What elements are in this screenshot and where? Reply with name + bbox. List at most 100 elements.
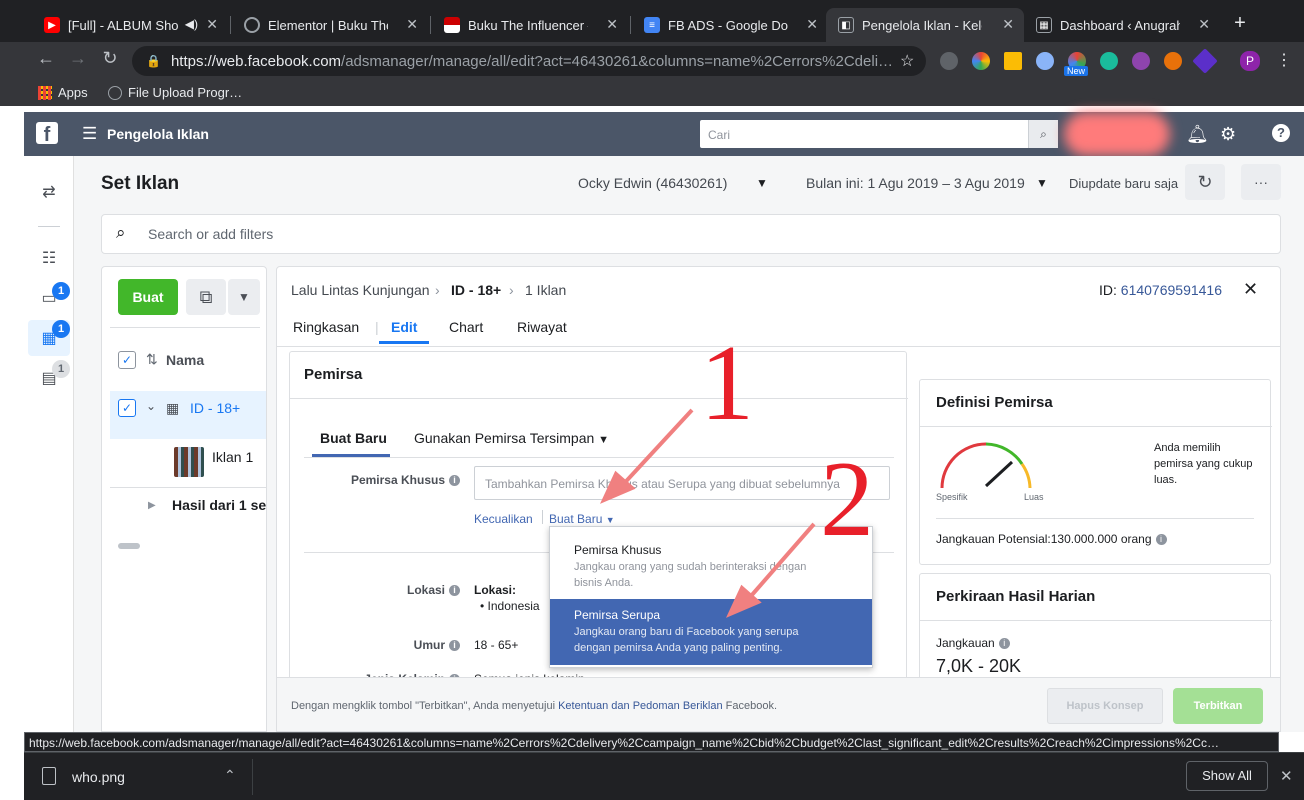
breadcrumb-campaign[interactable]: Lalu Lintas Kunjungan bbox=[291, 282, 430, 298]
select-all-checkbox[interactable]: ✓ bbox=[118, 351, 136, 369]
breadcrumb-ad[interactable]: 1 Iklan bbox=[525, 282, 566, 298]
close-icon[interactable]: ✕ bbox=[1243, 279, 1258, 300]
hamburger-menu-icon[interactable]: ☰ bbox=[82, 124, 97, 144]
discard-draft-button[interactable]: Hapus Konsep bbox=[1047, 688, 1163, 724]
bookmark-file-upload[interactable]: File Upload Progr… bbox=[108, 85, 242, 100]
extension-x-icon[interactable] bbox=[1132, 52, 1150, 70]
publish-footer: Dengan mengklik tombol "Terbitkan", Anda… bbox=[277, 677, 1280, 731]
malaysia-flag-icon bbox=[444, 17, 460, 33]
info-icon[interactable]: i bbox=[449, 585, 460, 596]
extension-color-icon[interactable] bbox=[972, 52, 990, 70]
active-tab-indicator bbox=[379, 341, 429, 344]
close-tab-icon[interactable]: ✕ bbox=[1002, 16, 1014, 33]
expand-chevron-icon[interactable]: ⌄ bbox=[146, 399, 156, 413]
info-icon[interactable]: i bbox=[449, 640, 460, 651]
estimate-reach-label: Jangkauan i bbox=[936, 636, 1010, 650]
chevron-down-icon[interactable]: ▼ bbox=[1036, 176, 1048, 190]
date-range-picker[interactable]: Bulan ini: 1 Agu 2019 – 3 Agu 2019 bbox=[806, 175, 1025, 191]
close-tab-icon[interactable]: ✕ bbox=[206, 16, 218, 33]
facebook-logo-icon[interactable]: f bbox=[36, 122, 58, 146]
browser-tab-active[interactable]: ◧ Pengelola Iklan - Kelola ✕ bbox=[826, 8, 1024, 42]
notification-bell-icon[interactable]: 🔔︎ bbox=[1186, 124, 1209, 145]
scrollbar-handle[interactable] bbox=[118, 543, 140, 549]
reload-icon[interactable]: ↻ bbox=[98, 48, 122, 69]
chevron-down-icon[interactable]: ▼ bbox=[756, 176, 768, 190]
settings-gear-icon[interactable]: ⚙ bbox=[1220, 124, 1236, 145]
row-checkbox[interactable]: ✓ bbox=[118, 399, 136, 417]
fb-search-input[interactable]: Cari ⌕ bbox=[700, 120, 1058, 148]
bookmark-apps[interactable]: Apps bbox=[38, 85, 88, 100]
close-tab-icon[interactable]: ✕ bbox=[1198, 16, 1210, 33]
close-tab-icon[interactable]: ✕ bbox=[606, 16, 618, 33]
location-heading: Lokasi: bbox=[474, 583, 517, 597]
chevron-up-icon[interactable]: ⌃ bbox=[224, 767, 236, 784]
age-value: 18 - 65+ bbox=[474, 638, 519, 652]
new-badge: New bbox=[1064, 66, 1089, 76]
browser-menu-icon[interactable]: ⋮ bbox=[1276, 50, 1292, 70]
google-docs-icon: ≡ bbox=[644, 17, 660, 33]
extension-ring-icon[interactable] bbox=[1036, 52, 1054, 70]
browser-tab[interactable]: Buku The Influencer – C ✕ bbox=[432, 8, 628, 42]
definition-text: Anda memilih pemirsa yang cukup luas. bbox=[1154, 442, 1253, 486]
breadcrumb-separator-icon: › bbox=[509, 282, 514, 298]
chevron-down-icon[interactable]: ▼ bbox=[228, 279, 260, 315]
tab-edit[interactable]: Edit bbox=[391, 319, 417, 335]
more-options-button[interactable]: ··· bbox=[1241, 164, 1281, 200]
close-downloads-icon[interactable]: ✕ bbox=[1280, 767, 1293, 785]
adset-list-pane: Buat ⧉ ▼ ✓ ⇅ Nama ✓ ⌄ ▦ ID - 18+ Iklan 1… bbox=[101, 266, 267, 732]
tab-summary[interactable]: Ringkasan bbox=[293, 319, 359, 335]
info-icon[interactable]: i bbox=[449, 475, 460, 486]
profile-avatar[interactable]: P bbox=[1240, 51, 1260, 71]
info-icon[interactable]: i bbox=[998, 638, 1010, 649]
wordpress-icon bbox=[244, 17, 260, 33]
bookmark-star-icon[interactable]: ☆ bbox=[900, 51, 914, 71]
expand-caret-icon[interactable]: ▶ bbox=[148, 500, 156, 511]
subtab-create-new[interactable]: Buat Baru bbox=[320, 430, 387, 446]
search-filter-input[interactable]: ⌕ Search or add filters bbox=[101, 214, 1281, 254]
refresh-icon[interactable]: ↻ bbox=[1185, 164, 1225, 200]
info-icon[interactable]: i bbox=[1155, 534, 1167, 545]
adset-name-link[interactable]: ID - 18+ bbox=[190, 400, 240, 416]
breadcrumb-separator-icon: › bbox=[435, 282, 440, 298]
subtab-saved-audience[interactable]: Gunakan Pemirsa Tersimpan ▼ bbox=[414, 430, 609, 446]
account-overview-icon[interactable]: ☷ bbox=[38, 248, 60, 270]
sort-icon[interactable]: ⇅ bbox=[146, 351, 158, 368]
search-icon[interactable]: ⌕ bbox=[1028, 120, 1058, 148]
extension-gear-icon[interactable] bbox=[940, 52, 958, 70]
caret-down-icon: ▼ bbox=[605, 515, 615, 525]
back-icon[interactable]: ← bbox=[34, 48, 58, 69]
browser-tab[interactable]: ▶ [Full] - ALBUM Sho ◀) ✕ bbox=[32, 8, 228, 42]
tab-chart[interactable]: Chart bbox=[449, 319, 483, 335]
youtube-icon: ▶ bbox=[44, 17, 60, 33]
menu-item-lookalike-audience[interactable]: Pemirsa Serupa Jangkau orang baru di Fac… bbox=[550, 599, 872, 665]
browser-tab[interactable]: Elementor | Buku The In ✕ bbox=[232, 8, 428, 42]
create-button[interactable]: Buat bbox=[118, 279, 178, 315]
download-file-name[interactable]: who.png bbox=[72, 769, 125, 785]
publish-button[interactable]: Terbitkan bbox=[1173, 688, 1263, 724]
browser-tab[interactable]: ▦ Dashboard ‹ Anugrah T ✕ bbox=[1024, 8, 1220, 42]
column-name-header[interactable]: Nama bbox=[166, 352, 204, 368]
app-title: Pengelola Iklan bbox=[107, 126, 209, 142]
new-tab-button[interactable]: + bbox=[1228, 12, 1252, 36]
account-selector[interactable]: Ocky Edwin (46430261) bbox=[578, 175, 727, 191]
campaigns-badge: 1 bbox=[52, 282, 70, 300]
show-all-button[interactable]: Show All bbox=[1186, 761, 1268, 791]
breadcrumb-adset[interactable]: ID - 18+ bbox=[451, 282, 501, 298]
extension-rocket-icon[interactable] bbox=[1164, 52, 1182, 70]
adset-grid-icon: ▦ bbox=[166, 400, 180, 416]
exclude-link[interactable]: Kecualikan bbox=[474, 512, 533, 526]
forward-icon[interactable]: → bbox=[66, 48, 90, 69]
extension-m-icon[interactable] bbox=[1100, 52, 1118, 70]
ad-name[interactable]: Iklan 1 bbox=[212, 449, 253, 465]
close-tab-icon[interactable]: ✕ bbox=[406, 16, 418, 33]
tab-history[interactable]: Riwayat bbox=[517, 319, 567, 335]
status-bar-url: https://web.facebook.com/adsmanager/mana… bbox=[24, 732, 1279, 752]
switch-icon[interactable]: ⇄ bbox=[38, 182, 60, 204]
duplicate-icon[interactable]: ⧉ bbox=[186, 279, 226, 315]
create-new-dropdown: Buat Baru ▼ bbox=[549, 512, 615, 526]
address-bar[interactable]: 🔒 https://web.facebook.com/adsmanager/ma… bbox=[132, 46, 926, 76]
help-icon[interactable]: ? bbox=[1272, 124, 1290, 142]
close-tab-icon[interactable]: ✕ bbox=[806, 16, 818, 33]
extension-note-icon[interactable] bbox=[1004, 52, 1022, 70]
browser-tab[interactable]: ≡ FB ADS - Google Docs ✕ bbox=[632, 8, 828, 42]
